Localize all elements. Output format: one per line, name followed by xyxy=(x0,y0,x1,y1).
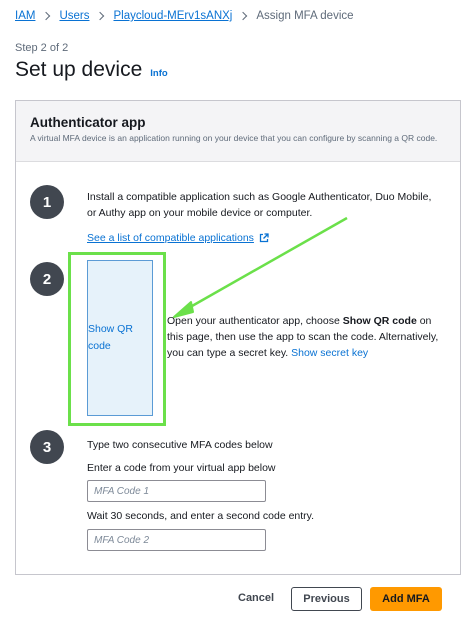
step-2-text-a: Open your authenticator app, choose xyxy=(167,315,343,327)
mfa-code-1-label: Enter a code from your virtual app below xyxy=(87,462,276,474)
page-title-text: Set up device xyxy=(15,58,143,81)
panel-description: A virtual MFA device is an application r… xyxy=(30,133,438,143)
info-link[interactable]: Info xyxy=(150,68,167,79)
panel-title: Authenticator app xyxy=(30,115,146,130)
show-secret-key-link[interactable]: Show secret key xyxy=(291,347,368,359)
cancel-button[interactable]: Cancel xyxy=(238,592,274,604)
chevron-right-icon xyxy=(96,11,105,21)
breadcrumb-iam-link[interactable]: IAM xyxy=(15,10,35,22)
step-1-badge: 1 xyxy=(30,185,64,219)
step-3-badge: 3 xyxy=(30,430,64,464)
step-label: Step 2 of 2 xyxy=(15,42,69,54)
step-2-text: Open your authenticator app, choose Show… xyxy=(167,313,447,361)
mfa-code-2-label: Wait 30 seconds, and enter a second code… xyxy=(87,510,315,522)
compatible-apps-link-text: See a list of compatible applications xyxy=(87,232,254,244)
chevron-right-icon xyxy=(42,11,51,21)
add-mfa-button[interactable]: Add MFA xyxy=(370,587,442,611)
page-title: Set up device Info xyxy=(15,58,168,82)
step-2-text-bold: Show QR code xyxy=(342,315,417,327)
external-link-icon xyxy=(259,233,269,243)
breadcrumb-current: Assign MFA device xyxy=(256,10,354,22)
mfa-code-1-input[interactable] xyxy=(87,480,266,502)
breadcrumb: IAM Users Playcloud-MErv1sANXj Assign MF… xyxy=(15,10,354,22)
panel-header: Authenticator app A virtual MFA device i… xyxy=(16,101,460,162)
step-3-title: Type two consecutive MFA codes below xyxy=(87,439,273,451)
breadcrumb-users-link[interactable]: Users xyxy=(59,10,89,22)
compatible-apps-link[interactable]: See a list of compatible applications xyxy=(87,232,269,244)
highlight-box xyxy=(68,252,166,426)
previous-button[interactable]: Previous xyxy=(291,587,362,611)
mfa-code-2-input[interactable] xyxy=(87,529,266,551)
step-1-text: Install a compatible application such as… xyxy=(87,191,432,219)
step-2-badge: 2 xyxy=(30,262,64,296)
breadcrumb-user-link[interactable]: Playcloud-MErv1sANXj xyxy=(113,10,232,22)
chevron-right-icon xyxy=(239,11,248,21)
